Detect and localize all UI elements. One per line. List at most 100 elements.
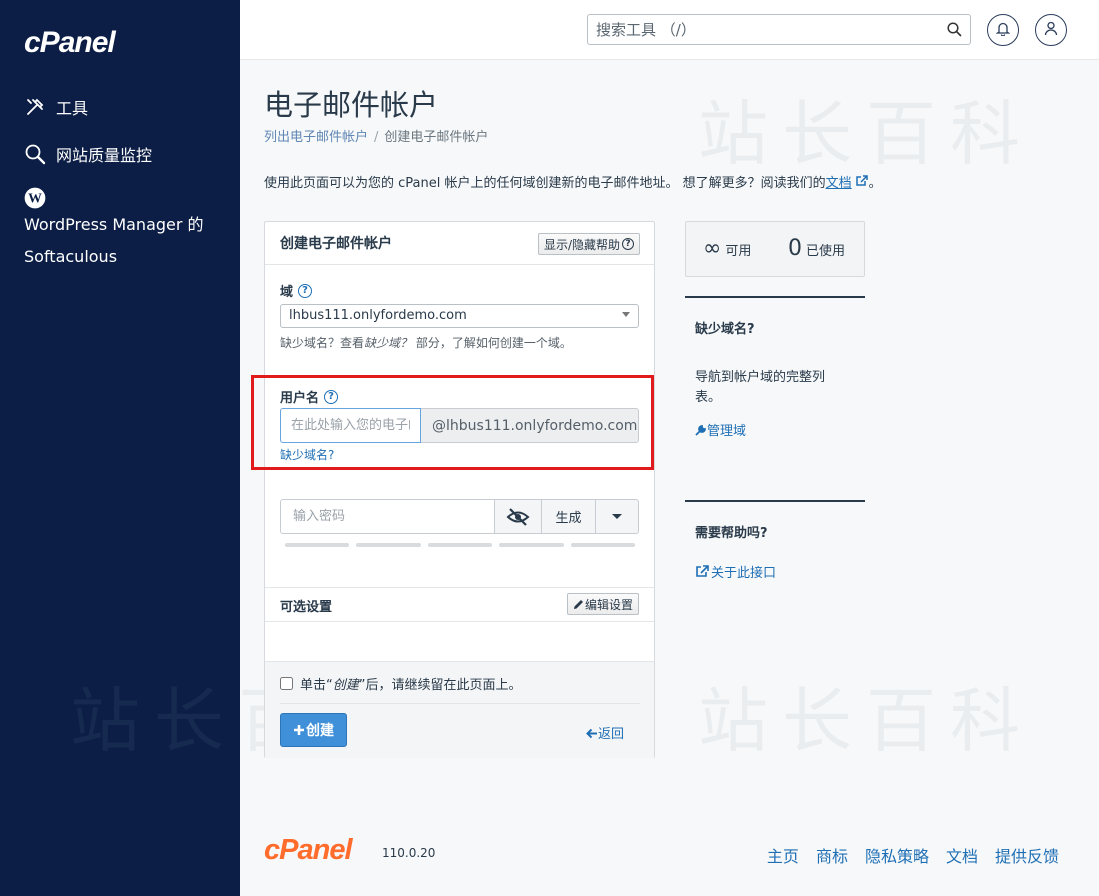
breadcrumb-email-accounts-link[interactable]: 列出电子邮件帐户 [264,130,368,145]
footer-links: 主页 商标 隐私策略 文档 提供反馈 [767,843,1059,867]
password-options-dropdown[interactable] [596,499,639,534]
tools-icon [24,96,46,118]
domain-label: 域 ? [280,281,313,300]
caret-down-icon [612,514,622,519]
sidebar: cPanel 工具 网站质量监控 W WordPress Manager 的 S… [0,0,240,896]
edit-settings-label: 编辑设置 [585,597,634,612]
available-label: 可用 [725,244,752,259]
domain-hint-emphasis: 缺少域？ [364,336,413,350]
wrench-icon [695,424,706,436]
edit-settings-button[interactable]: 编辑设置 [567,593,640,615]
strength-segment [356,543,421,547]
domain-help-icon[interactable]: ? [298,283,313,298]
sidebar-item-label: WordPress Manager 的 Softaculous [24,215,204,266]
divider [265,587,654,588]
cpanel-logo[interactable]: cPanel [24,26,116,60]
user-menu-button[interactable] [1035,14,1067,46]
stay-text-suffix: ”后，请继续留在此页面上。 [358,678,522,693]
question-icon: ? [622,238,635,250]
footer-link-privacy[interactable]: 隐私策略 [865,843,929,867]
strength-segment [499,543,564,547]
password-group: 生成 [280,499,639,534]
page-title: 电子邮件帐户 [264,88,439,122]
user-icon [1044,21,1058,40]
toggle-help-button[interactable]: 显示/隐藏帮助 ? [538,233,641,255]
create-button[interactable]: 创建 [280,713,347,747]
panel-title: 创建电子邮件帐户 [280,236,392,252]
sidebar-item-label: 工具 [56,99,89,118]
form-footer: 单击“ 创建 ”后，请继续留在此页面上。 创建 返回 [265,661,654,758]
stay-text-prefix: 单击“ [300,678,333,693]
watermark: 站长百科 [698,680,1034,762]
email-stats-panel: ∞ 可用 0 已使用 [685,221,865,277]
external-link-icon [696,565,709,577]
missing-domain-text: 导航到帐户域的完整列表。 [695,370,826,405]
footer-link-trademarks[interactable]: 商标 [816,843,848,867]
intro-text: 使用此页面可以为您的 cPanel 帐户上的任何域创建新的电子邮件地址。 想了解… [264,176,826,191]
sidebar-item-site-quality[interactable]: 网站质量监控 [24,142,152,166]
back-link-label: 返回 [598,727,625,742]
toggle-password-visibility-button[interactable] [495,499,542,534]
footer-cpanel-logo[interactable]: cPanel [264,834,352,867]
username-input[interactable] [280,408,421,443]
about-interface-link[interactable]: 关于此接口 [695,562,776,581]
version-label: 110.0.20 [382,846,436,860]
magnifier-icon [24,143,46,165]
divider [280,703,640,704]
search-icon[interactable] [947,22,962,41]
footer-link-feedback[interactable]: 提供反馈 [995,843,1059,867]
about-interface-label: 关于此接口 [711,566,777,581]
create-email-panel: 创建电子邮件帐户 显示/隐藏帮助 ? 域 ? lhbus111.onlyford… [264,221,655,758]
manage-domains-label: 管理域 [707,424,747,439]
strength-segment [570,543,636,547]
generate-password-button[interactable]: 生成 [542,499,596,534]
domain-select-value: lhbus111.onlyfordemo.com [289,308,467,323]
sidebar-item-tools[interactable]: 工具 [24,95,88,119]
used-value: 0 [788,236,802,261]
page-description: 使用此页面可以为您的 cPanel 帐户上的任何域创建新的电子邮件地址。 想了解… [264,172,882,191]
sidebar-item-label: 网站质量监控 [56,146,153,165]
missing-domain-title: 缺少域名? [695,322,755,337]
create-button-label: 创建 [306,723,334,739]
footer-link-docs[interactable]: 文档 [946,843,978,867]
breadcrumb-separator: / [374,130,379,145]
stay-on-page-option[interactable]: 单击“ 创建 ”后，请继续留在此页面上。 [280,674,522,693]
pencil-icon [574,599,583,609]
footer-link-home[interactable]: 主页 [767,843,799,867]
divider [685,296,865,298]
username-label-text: 用户名 [280,391,320,406]
wordpress-icon: W [24,187,46,209]
top-bar [240,0,1099,60]
need-help-title: 需要帮助吗? [695,526,768,541]
username-group: @lhbus111.onlyfordemo.com [280,408,639,443]
panel-header: 创建电子邮件帐户 显示/隐藏帮助 ? [265,222,654,265]
domain-hint-text: 缺少域名？查看 [280,336,365,350]
strength-segment [285,543,350,547]
stay-on-page-checkbox[interactable] [280,677,293,690]
back-link[interactable]: 返回 [586,723,624,742]
username-label: 用户名 ? [280,387,339,406]
sidebar-item-wordpress[interactable]: W WordPress Manager 的 Softaculous [24,187,224,273]
intro-end: 。 [868,176,882,191]
stay-text-emphasis: 创建 [332,678,359,693]
domain-select[interactable]: lhbus111.onlyfordemo.com [280,304,639,328]
breadcrumb-current: 创建电子邮件帐户 [384,130,489,145]
search-input[interactable] [588,15,928,44]
missing-domain-link[interactable]: 缺少域名? [280,446,334,463]
documentation-link-label: 文档 [825,176,852,191]
domain-hint-text-end: 部分，了解如何创建一个域。 [415,336,572,350]
password-input[interactable] [280,499,495,534]
watermark: 站长百科 [698,93,1034,175]
notifications-button[interactable] [987,14,1019,46]
available-stat: ∞ 可用 [703,236,751,261]
plus-icon [294,725,304,735]
documentation-link[interactable]: 文档 [825,175,869,191]
divider [265,621,654,622]
username-domain-addon: @lhbus111.onlyfordemo.com [421,408,639,443]
strength-segment [427,543,493,547]
svg-text:W: W [28,191,42,206]
manage-domains-link[interactable]: 管理域 [695,420,746,439]
domain-hint: 缺少域名？查看缺少域？ 部分，了解如何创建一个域。 [280,334,572,351]
username-help-icon[interactable]: ? [324,389,339,404]
optional-settings-title: 可选设置 [280,600,333,615]
